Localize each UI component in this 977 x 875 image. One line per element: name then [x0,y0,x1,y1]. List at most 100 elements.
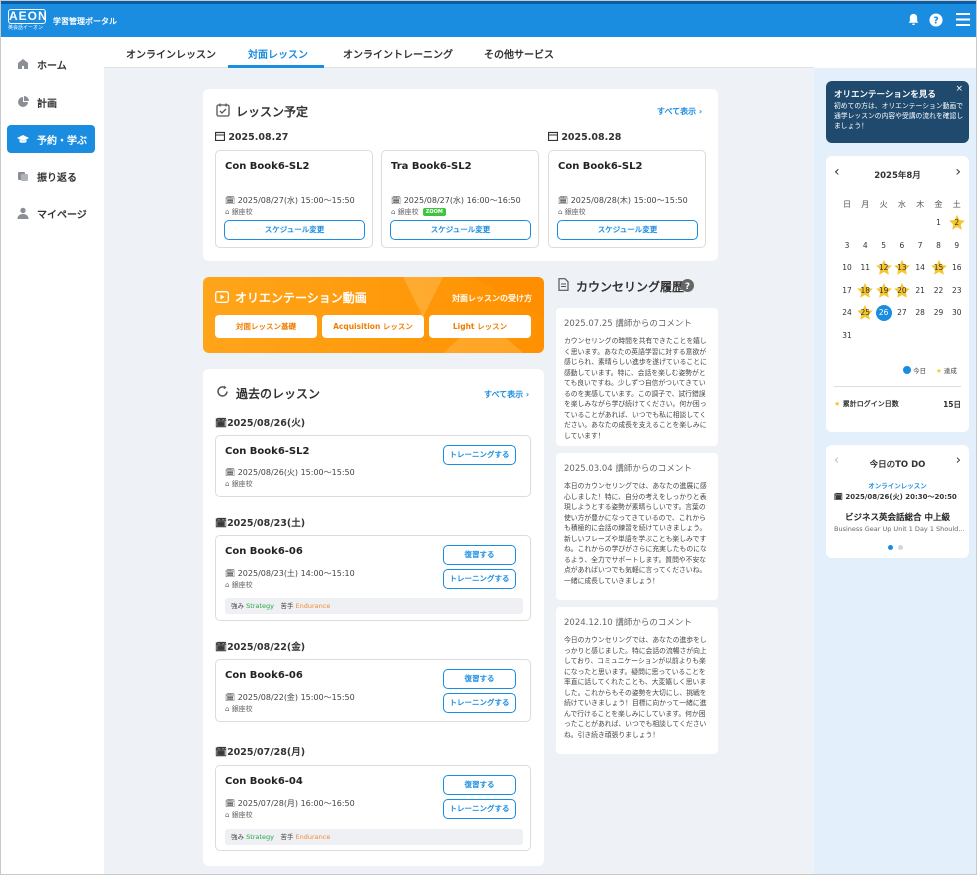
tab-face-to-face-lesson[interactable]: 対面レッスン [248,46,308,61]
sidebar-item-mypage[interactable]: マイページ [7,199,95,227]
sidebar-item-reserve-learn[interactable]: 予約・学ぶ [7,125,95,153]
schedule-see-all-link[interactable]: すべて表示 › [657,106,702,117]
schedule-date-text: 2025.08.27 [228,132,289,143]
training-button[interactable]: トレーニングする [443,799,516,819]
lesson-time: 🗓 2025/07/28(月) 16:00～16:50 [225,799,355,808]
counseling-comment-card[interactable]: 2025.03.04 講師からのコメント 本日のカウンセリングでは、あなたの進展… [556,453,718,600]
calendar-day[interactable]: 4 [856,237,874,255]
review-button[interactable]: 復習する [443,775,516,795]
calendar-day[interactable]: 9 [948,237,966,255]
calendar-day[interactable]: 3 [838,237,856,255]
orientation-acquisition-button[interactable]: Acquisition レッスン [322,315,424,338]
training-button[interactable]: トレーニングする [443,569,516,589]
training-button[interactable]: トレーニングする [443,693,516,713]
reschedule-button[interactable]: スケジュール変更 [390,220,531,240]
sidebar-item-home[interactable]: ホーム [7,50,95,78]
calendar-day[interactable]: 5 [875,237,893,255]
review-button[interactable]: 復習する [443,669,516,689]
reschedule-button[interactable]: スケジュール変更 [224,220,365,240]
calendar-day[interactable]: 23 [948,282,966,300]
aeon-logo[interactable]: AEON 英会話イーオン [8,9,47,33]
calendar-day[interactable]: 28 [911,304,929,322]
calendar-day[interactable]: 14 [911,259,929,277]
calendar-day[interactable]: 16 [948,259,966,277]
calendar-day[interactable]: 17 [838,282,856,300]
calendar-day[interactable]: 20 [893,282,911,300]
sidebar-item-plan[interactable]: 計画 [7,88,95,116]
past-lesson-card[interactable]: Con Book6-SL2 🗓 2025/08/26(火) 15:00～15:5… [215,435,531,497]
calendar-day[interactable]: 18 [856,282,874,300]
counseling-comment-card[interactable]: 2024.12.10 講師からのコメント 今日のカウンセリングでは、あなたの進歩… [556,607,718,754]
calendar-day[interactable]: 10 [838,259,856,277]
lesson-time: 🗓 2025/08/26(火) 15:00～15:50 [225,468,355,477]
bell-icon[interactable] [907,13,920,26]
help-circle-icon[interactable]: ? [681,279,694,292]
tab-other-services[interactable]: その他サービス [484,46,554,61]
logo-subtext: 英会話イーオン [8,25,44,31]
past-lesson-card[interactable]: Con Book6-06 🗓 2025/08/22(金) 15:00～15:50… [215,659,531,722]
review-button[interactable]: 復習する [443,545,516,565]
calendar-day[interactable]: 29 [930,304,948,322]
todo-card[interactable]: ‹ 今日のTO DO › オンラインレッスン 🗓 2025/08/26(火) 2… [826,445,969,558]
training-button[interactable]: トレーニングする [443,445,516,465]
calendar-day-number: 24 [842,308,852,318]
carousel-dot-active[interactable] [888,545,893,550]
calendar-day-number: 27 [897,308,907,318]
past-lesson-card[interactable]: Con Book6-06 🗓 2025/08/23(土) 14:00～15:10… [215,535,531,621]
calendar-day[interactable]: 13 [893,259,911,277]
tab-online-training[interactable]: オンライントレーニング [343,46,453,61]
counseling-comment-card[interactable]: 2025.07.25 講師からのコメント カウンセリングの時間を共有できたことを… [556,308,718,446]
calendar-day[interactable]: 25 [856,304,874,322]
strength-label: 強み [231,602,244,610]
carousel-dot[interactable] [898,545,903,550]
calendar-day[interactable]: 30 [948,304,966,322]
promo-text: 初めての方は、オリエンテーション動画で通学レッスンの内容や受講の流れを確認しまし… [834,102,964,130]
calendar-day[interactable]: 26 [875,304,893,322]
user-icon [17,207,29,219]
calendar-next-icon[interactable]: › [955,164,961,180]
orientation-promo[interactable]: オリエンテーションを見る × 初めての方は、オリエンテーション動画で通学レッスン… [826,81,969,143]
calendar-day-number: 9 [954,240,960,250]
orientation-basic-button[interactable]: 対面レッスン基礎 [215,315,317,338]
calendar-day[interactable]: 27 [893,304,911,322]
comment-date: 2025.03.04 [564,464,613,474]
orientation-video-banner[interactable]: オリエンテーション動画 対面レッスンの受け方 対面レッスン基礎 Acquisit… [203,277,544,353]
comment-text: カウンセリングの時間を共有できたことを嬉しく思います。あなたの英語学習に対する意… [564,337,707,440]
calendar-day-number: 22 [933,285,944,295]
past-lesson-card[interactable]: Con Book6-04 🗓 2025/07/28(月) 16:00～16:50… [215,765,531,851]
comment-header: 2025.03.04 講師からのコメント [564,462,692,474]
scheduled-lesson-card[interactable]: Con Book6-SL2 🗓 2025/08/27(水) 15:00～15:5… [215,150,373,248]
comment-date: 2024.12.10 [564,618,613,628]
scheduled-lesson-card[interactable]: Tra Book6-SL2 🗓 2025/08/27(水) 16:00～16:5… [381,150,539,248]
legend-today-text: 今日 [913,367,927,375]
orientation-light-button[interactable]: Light レッスン [429,315,531,338]
menu-icon[interactable] [956,13,970,26]
calendar-day[interactable]: 11 [856,259,874,277]
calendar-day[interactable]: 31 [838,327,856,345]
sidebar-item-review[interactable]: 振り返る [7,162,95,190]
tab-online-lesson[interactable]: オンラインレッスン [126,46,216,61]
calendar-day[interactable]: 22 [930,282,948,300]
past-see-all-link[interactable]: すべて表示 › [484,389,529,400]
location-text: 銀座校 [564,208,586,216]
calendar-day[interactable]: 19 [875,282,893,300]
strength-value: Strategy [246,833,274,841]
todo-time-text: 2025/08/26(火) 20:30～20:50 [845,493,957,501]
lesson-time-text: 2025/07/28(月) 16:00～16:50 [237,799,355,808]
calendar-day[interactable]: 21 [911,282,929,300]
calendar-day[interactable]: 7 [911,237,929,255]
see-all-label: すべて表示 [484,390,524,399]
scheduled-lesson-card[interactable]: Con Book6-SL2 🗓 2025/08/28(木) 15:00～15:5… [548,150,706,248]
reschedule-button[interactable]: スケジュール変更 [557,220,698,240]
calendar-day[interactable]: 15 [930,259,948,277]
help-icon[interactable]: ? [929,13,943,27]
calendar-day[interactable]: 1 [930,214,948,232]
calendar-day[interactable]: 8 [930,237,948,255]
calendar-day[interactable]: 24 [838,304,856,322]
close-icon[interactable]: × [955,84,963,94]
calendar-day[interactable]: 2 [948,214,966,232]
todo-next-icon[interactable]: › [956,453,961,468]
calendar-day[interactable]: 12 [875,259,893,277]
calendar-day-number: 2 [954,218,960,227]
calendar-day[interactable]: 6 [893,237,911,255]
